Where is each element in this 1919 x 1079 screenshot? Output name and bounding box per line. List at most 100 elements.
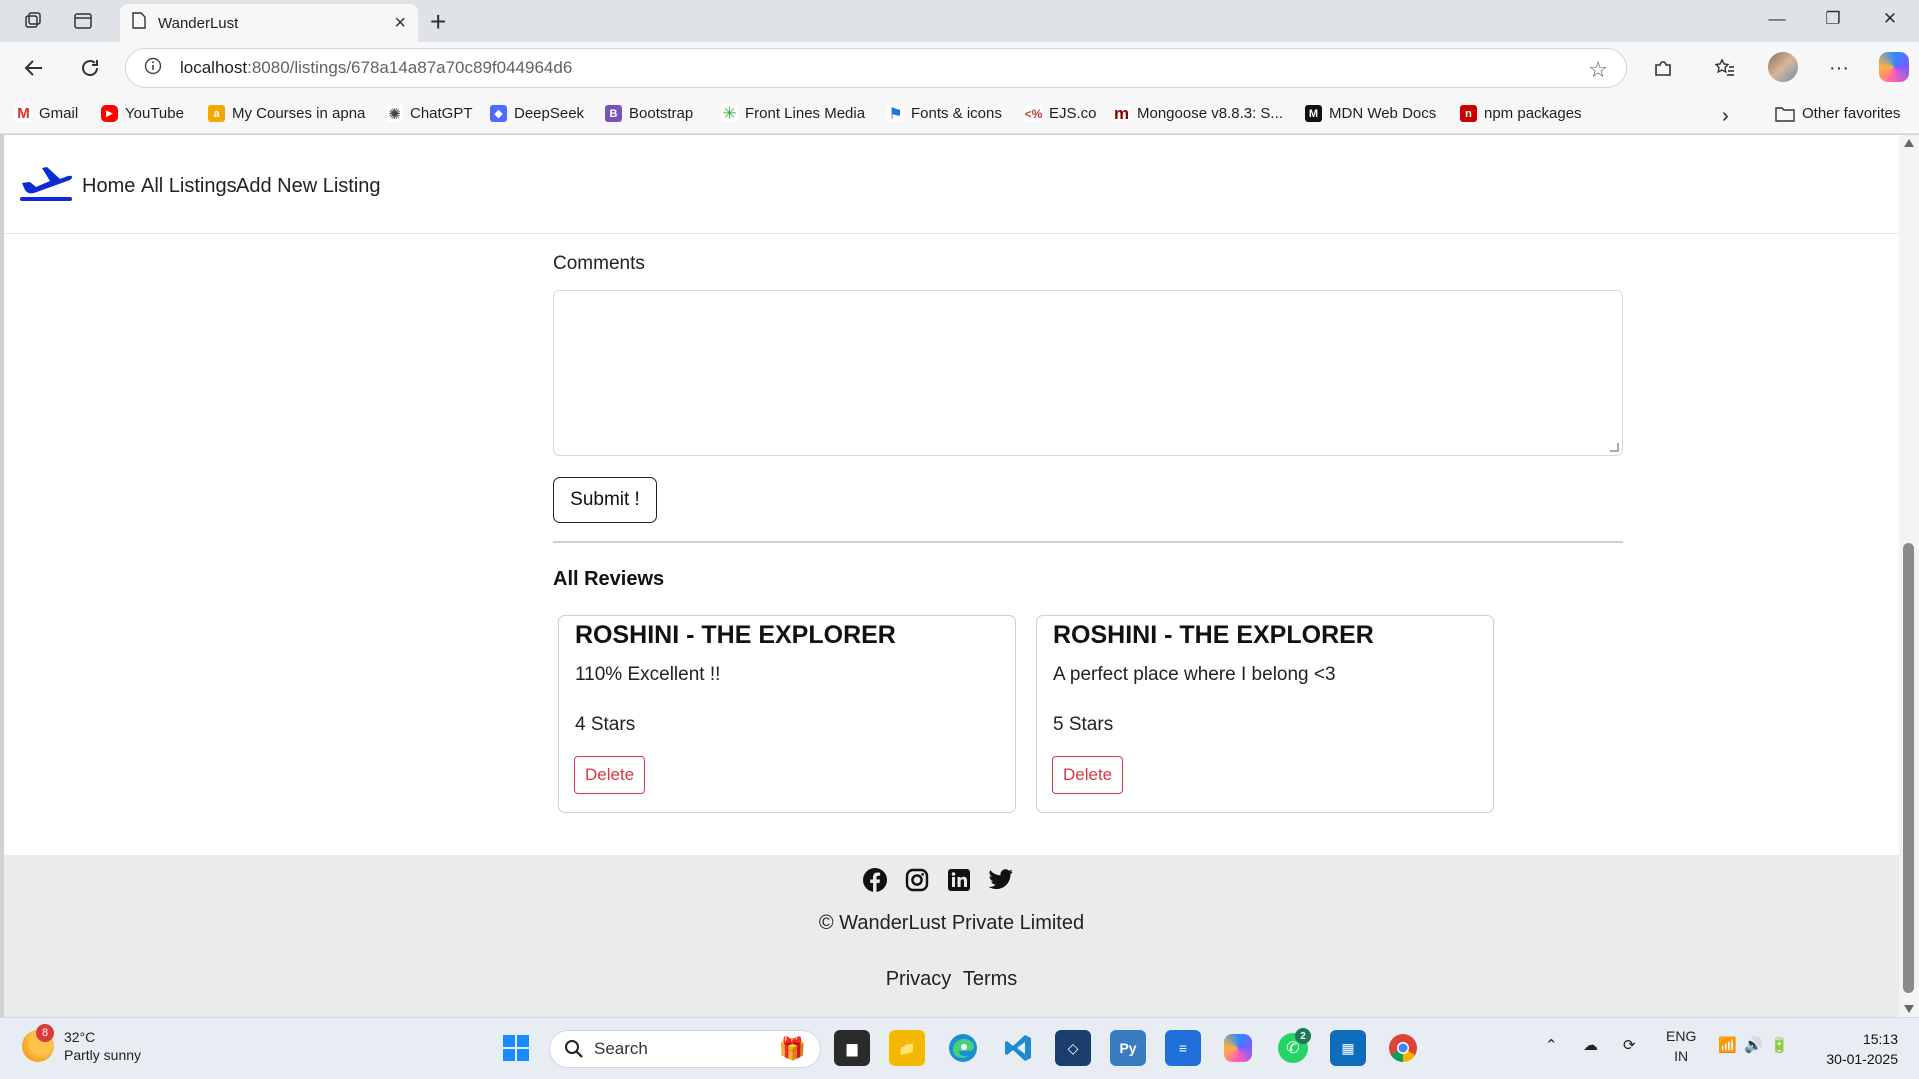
nav-add-new-listing[interactable]: Add New Listing — [236, 175, 381, 198]
review-author: ROSHINI - THE EXPLORER — [575, 621, 896, 649]
mdn-icon: M — [1305, 105, 1322, 122]
bookmark-youtube[interactable]: ▶ YouTube — [101, 105, 184, 122]
scroll-up-arrow-icon[interactable] — [1904, 139, 1914, 147]
search-icon — [564, 1039, 584, 1059]
plane-logo-icon[interactable] — [20, 163, 74, 208]
copilot-taskbar-icon[interactable] — [1220, 1030, 1256, 1066]
page-viewport: Home All Listings Add New Listing Commen… — [4, 135, 1899, 1017]
wifi-icon[interactable]: 📶 — [1718, 1036, 1737, 1054]
workspaces-icon[interactable] — [20, 8, 46, 34]
favorite-star-icon[interactable]: ☆ — [1588, 57, 1608, 83]
more-menu-icon[interactable]: ··· — [1824, 54, 1854, 82]
page-icon — [132, 12, 146, 34]
python-icon[interactable]: Py — [1110, 1030, 1146, 1066]
tab-strip: WanderLust × + — ❐ ✕ — [0, 0, 1919, 42]
search-placeholder: Search — [594, 1039, 648, 1058]
windows-taskbar: 8 32°C Partly sunny Search 🎁 ▆ 📁 ◇ Py ≡ … — [0, 1017, 1919, 1079]
battery-icon[interactable]: 🔋 — [1770, 1036, 1789, 1054]
mysql-workbench-icon[interactable]: ◇ — [1055, 1030, 1091, 1066]
mongoose-icon: m — [1113, 103, 1130, 123]
scroll-thumb[interactable] — [1903, 543, 1914, 993]
privacy-link[interactable]: Privacy — [886, 968, 952, 990]
terms-link[interactable]: Terms — [963, 968, 1017, 990]
show-hidden-icons-chevron-icon[interactable]: ⌃ — [1545, 1036, 1558, 1054]
deepseek-icon: ◆ — [490, 105, 507, 122]
chrome-icon[interactable] — [1385, 1030, 1421, 1066]
favorites-icon[interactable] — [1710, 54, 1740, 82]
all-reviews-heading: All Reviews — [553, 568, 665, 590]
copyright-text: © WanderLust Private Limited — [818, 912, 1085, 934]
bookmark-bootstrap[interactable]: B Bootstrap — [605, 105, 693, 122]
task-view-icon[interactable]: ▆ — [834, 1030, 870, 1066]
file-explorer-icon[interactable]: 📁 — [889, 1030, 925, 1066]
restore-icon[interactable]: ❐ — [1813, 9, 1853, 29]
profile-avatar[interactable] — [1768, 52, 1798, 82]
bookmark-npm[interactable]: n npm packages — [1460, 105, 1582, 122]
vscode-icon[interactable] — [1000, 1030, 1036, 1066]
whatsapp-icon[interactable]: ✆ 2 — [1275, 1028, 1311, 1066]
bookmarks-bar: M Gmail ▶ YouTube a My Courses in apna ✺ Cha… — [0, 94, 1919, 134]
scroll-down-arrow-icon[interactable] — [1904, 1005, 1914, 1013]
nav-all-listings[interactable]: All Listings — [141, 175, 237, 198]
nav-home[interactable]: Home — [82, 175, 135, 198]
bootstrap-icon: B — [605, 105, 622, 122]
browser-tab-active[interactable]: WanderLust × — [120, 4, 418, 42]
close-tab-icon[interactable]: × — [394, 12, 406, 35]
flag-icon: ⚑ — [887, 105, 904, 123]
back-icon[interactable] — [20, 54, 48, 82]
bookmark-chatgpt[interactable]: ✺ ChatGPT — [386, 105, 473, 123]
sync-icon[interactable]: ⟳ — [1623, 1036, 1636, 1054]
delete-review-button[interactable]: Delete — [574, 756, 646, 794]
site-info-icon[interactable] — [144, 57, 162, 80]
onedrive-cloud-icon[interactable]: ☁ — [1583, 1036, 1598, 1054]
partly-sunny-icon: 8 — [22, 1024, 54, 1062]
bookmark-frontlines[interactable]: ✳ Front Lines Media — [721, 104, 865, 123]
address-bar[interactable]: localhost:8080/listings/678a14a87a70c89f… — [125, 48, 1627, 88]
bookmark-mdn[interactable]: M MDN Web Docs — [1305, 105, 1436, 122]
bookmark-deepseek[interactable]: ◆ DeepSeek — [490, 105, 584, 122]
language-code: ENG — [1666, 1028, 1697, 1044]
page-scrollbar[interactable] — [1899, 135, 1919, 1017]
language-indicator[interactable]: ENG IN — [1666, 1026, 1696, 1066]
minimize-icon[interactable]: — — [1757, 9, 1797, 29]
copilot-icon[interactable] — [1879, 52, 1909, 82]
new-tab-button[interactable]: + — [430, 6, 446, 38]
clock-time: 15:13 — [1862, 1031, 1898, 1047]
resize-handle-icon[interactable] — [1610, 443, 1619, 452]
footer-links: Privacy Terms — [4, 968, 1899, 991]
twitter-icon[interactable] — [988, 867, 1014, 893]
vertical-tabs-icon[interactable] — [70, 8, 96, 34]
instagram-icon[interactable] — [904, 867, 930, 893]
delete-review-button[interactable]: Delete — [1052, 756, 1124, 794]
volume-icon[interactable]: 🔊 — [1744, 1036, 1763, 1054]
youtube-icon: ▶ — [101, 105, 118, 122]
system-clock[interactable]: 15:13 30-01-2025 — [1814, 1029, 1898, 1069]
reload-icon[interactable] — [76, 54, 104, 82]
bookmark-ejs[interactable]: <% EJS.co — [1025, 105, 1097, 122]
bookmark-fonts-icons[interactable]: ⚑ Fonts & icons — [887, 105, 1002, 123]
weather-widget[interactable]: 8 32°C Partly sunny — [22, 1024, 141, 1064]
notepad-icon[interactable]: ≡ — [1165, 1030, 1201, 1066]
submit-button[interactable]: Submit ! — [553, 477, 657, 523]
review-comment: A perfect place where I belong <3 — [1053, 664, 1336, 685]
review-author: ROSHINI - THE EXPLORER — [1053, 621, 1374, 649]
browser-toolbar: localhost:8080/listings/678a14a87a70c89f… — [0, 42, 1919, 94]
microsoft-store-icon[interactable]: ▦ — [1330, 1030, 1366, 1066]
whatsapp-badge: 2 — [1295, 1028, 1311, 1044]
more-bookmarks-chevron-icon[interactable]: › — [1722, 105, 1729, 128]
folder-icon — [1775, 106, 1795, 122]
edge-browser-icon[interactable] — [945, 1030, 981, 1066]
bookmark-gmail[interactable]: M Gmail — [15, 105, 78, 122]
facebook-icon[interactable] — [862, 867, 888, 893]
close-window-icon[interactable]: ✕ — [1870, 9, 1910, 29]
linkedin-icon[interactable] — [946, 867, 972, 893]
bookmark-apna[interactable]: a My Courses in apna — [208, 105, 365, 122]
windows-start-icon[interactable] — [498, 1030, 534, 1066]
comments-textarea[interactable] — [553, 290, 1623, 456]
extensions-icon[interactable] — [1648, 54, 1678, 82]
bookmark-mongoose[interactable]: m Mongoose v8.8.3: S... — [1113, 103, 1283, 123]
other-favorites[interactable]: Other favorites — [1775, 105, 1900, 122]
taskbar-search[interactable]: Search 🎁 — [549, 1030, 821, 1068]
site-footer: © WanderLust Private Limited Privacy Ter… — [4, 855, 1899, 1017]
comments-label: Comments — [553, 253, 645, 274]
